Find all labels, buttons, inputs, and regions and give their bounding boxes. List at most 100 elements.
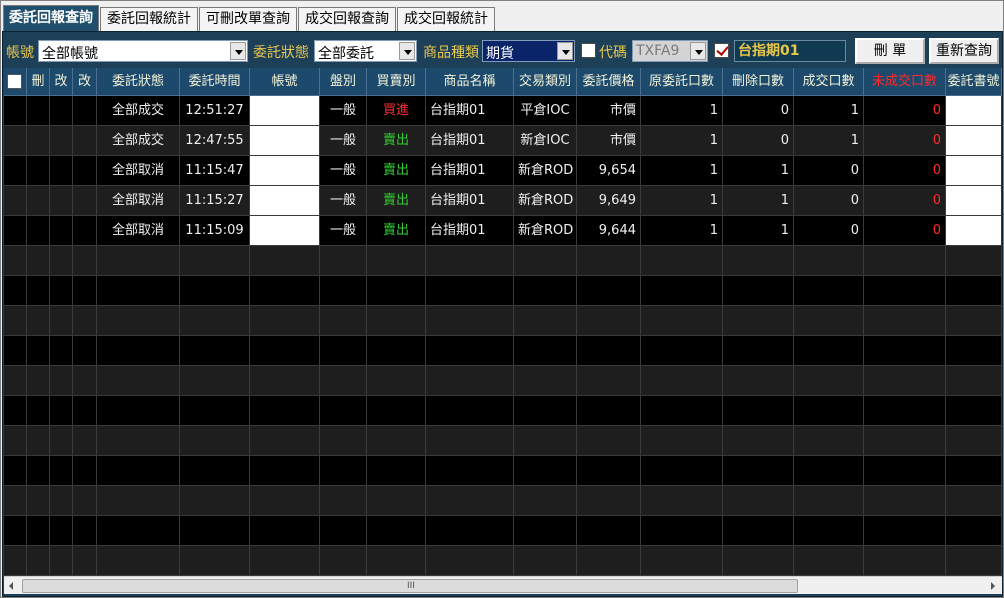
account-select[interactable]: 全部帳號	[38, 40, 248, 62]
tab-cancellable-query[interactable]: 可刪改單查詢	[199, 7, 297, 31]
chevron-down-icon[interactable]	[399, 42, 415, 60]
column-header[interactable]: 成交口數	[794, 68, 864, 96]
table-row[interactable]	[4, 306, 1002, 336]
product-checkbox[interactable]	[714, 43, 729, 58]
column-header[interactable]: 買賣別	[367, 68, 426, 96]
code-checkbox[interactable]	[581, 43, 596, 58]
cell-filled-qty	[794, 336, 864, 366]
column-header[interactable]: 原委託口數	[641, 68, 723, 96]
cell	[250, 546, 320, 576]
cell-trade-type	[514, 246, 577, 276]
tab-order-report-stats[interactable]: 委託回報統計	[100, 7, 198, 31]
cell	[27, 396, 50, 426]
order-table: 刪改改委託狀態 委託時間 帳號 盤別 買賣別 商品名稱 交易類別 委託價格 原委託口數 刪除口數成…	[4, 68, 1002, 576]
column-header[interactable]: 盤別	[320, 68, 367, 96]
select-all-checkbox[interactable]	[7, 74, 22, 89]
cell-trade-type: 新倉IOC	[514, 126, 577, 156]
cell	[73, 486, 97, 516]
tab-fill-report-stats[interactable]: 成交回報統計	[397, 7, 495, 31]
table-row[interactable]	[4, 336, 1002, 366]
column-header[interactable]: 委託時間	[180, 68, 250, 96]
cell-time	[180, 426, 250, 456]
column-header[interactable]: 委託書號	[946, 68, 1002, 96]
delete-order-button[interactable]: 刪 單	[855, 38, 925, 64]
cell-product: 台指期01	[426, 156, 514, 186]
code-select-value: TXFA9	[636, 43, 680, 59]
column-header[interactable]: 帳號	[250, 68, 320, 96]
cell-product: 台指期01	[426, 186, 514, 216]
cell-time	[180, 336, 250, 366]
cell	[946, 156, 1002, 186]
status-select[interactable]: 全部委託	[314, 40, 417, 62]
column-header[interactable]: 改	[50, 68, 73, 96]
cell-product	[426, 516, 514, 546]
cell-side	[367, 246, 426, 276]
tab-fill-report-query[interactable]: 成交回報查詢	[298, 7, 396, 31]
chevron-down-icon[interactable]	[690, 42, 706, 60]
table-row[interactable]	[4, 246, 1002, 276]
cell-del-qty: 0	[723, 96, 794, 126]
column-header[interactable]: 改	[73, 68, 97, 96]
cell	[4, 216, 27, 246]
table-row[interactable]	[4, 276, 1002, 306]
tab-order-report-query[interactable]: 委託回報查詢	[3, 5, 99, 31]
table-row[interactable]	[4, 426, 1002, 456]
cell	[50, 546, 73, 576]
table-row[interactable]: 全部取消 11:15:09 一般 賣出 台指期01 新倉ROD 9,644 1 1 0 0	[4, 216, 1002, 246]
scroll-left-icon[interactable]	[4, 578, 20, 594]
table-row[interactable]: 全部取消 11:15:27 一般 賣出 台指期01 新倉ROD 9,649 1 1 0 0	[4, 186, 1002, 216]
chevron-down-icon[interactable]	[557, 42, 573, 60]
cell-session	[320, 246, 367, 276]
cell-filled-qty	[794, 426, 864, 456]
cell-session	[320, 516, 367, 546]
cell-orig-qty: 1	[641, 186, 723, 216]
cell	[946, 216, 1002, 246]
cell	[73, 96, 97, 126]
cell-product	[426, 426, 514, 456]
table-row[interactable]	[4, 396, 1002, 426]
horizontal-scrollbar[interactable]: III	[4, 576, 1002, 594]
cell	[50, 486, 73, 516]
table-row[interactable]	[4, 456, 1002, 486]
column-header[interactable]: 刪	[27, 68, 50, 96]
cell-filled-qty	[794, 276, 864, 306]
cell-time: 12:51:27	[180, 96, 250, 126]
table-row[interactable]	[4, 486, 1002, 516]
cell	[73, 426, 97, 456]
table-row[interactable]	[4, 516, 1002, 546]
table-row[interactable]: 全部成交 12:47:55 一般 賣出 台指期01 新倉IOC 市價 1 0 1 0	[4, 126, 1002, 156]
chevron-down-icon[interactable]	[230, 42, 246, 60]
cell-unfilled-qty: 0	[864, 156, 946, 186]
cell-orig-qty	[641, 396, 723, 426]
cell	[50, 516, 73, 546]
cell-status: 全部成交	[97, 126, 180, 156]
cell-time	[180, 246, 250, 276]
cell-session: 一般	[320, 96, 367, 126]
code-select[interactable]: TXFA9	[632, 40, 708, 62]
requery-button[interactable]: 重新查詢	[929, 38, 999, 64]
scroll-right-icon[interactable]	[985, 578, 1001, 594]
column-header[interactable]: 委託狀態	[97, 68, 180, 96]
cell-trade-type	[514, 516, 577, 546]
table-row[interactable]: 全部取消 11:15:47 一般 賣出 台指期01 新倉ROD 9,654 1 1 0 0	[4, 156, 1002, 186]
cell-filled-qty	[794, 516, 864, 546]
select-all-column-header[interactable]	[4, 68, 27, 96]
column-header[interactable]: 商品名稱	[426, 68, 514, 96]
column-header[interactable]: 交易類別	[514, 68, 577, 96]
scrollbar-thumb[interactable]: III	[22, 579, 798, 593]
cell	[250, 186, 320, 216]
cell-time: 11:15:47	[180, 156, 250, 186]
cell-orig-qty: 1	[641, 126, 723, 156]
table-row[interactable]	[4, 366, 1002, 396]
cell	[4, 546, 27, 576]
cell-del-qty	[723, 306, 794, 336]
product-type-select[interactable]: 期貨	[482, 40, 575, 62]
column-header[interactable]: 刪除口數	[723, 68, 794, 96]
table-row[interactable]	[4, 546, 1002, 576]
cell	[27, 336, 50, 366]
column-header[interactable]: 委託價格	[577, 68, 641, 96]
column-header[interactable]: 未成交口數	[864, 68, 946, 96]
table-row[interactable]: 全部成交 12:51:27 一般 買進 台指期01 平倉IOC 市價 1 0 1 0	[4, 96, 1002, 126]
cell-orig-qty	[641, 336, 723, 366]
cell	[50, 96, 73, 126]
